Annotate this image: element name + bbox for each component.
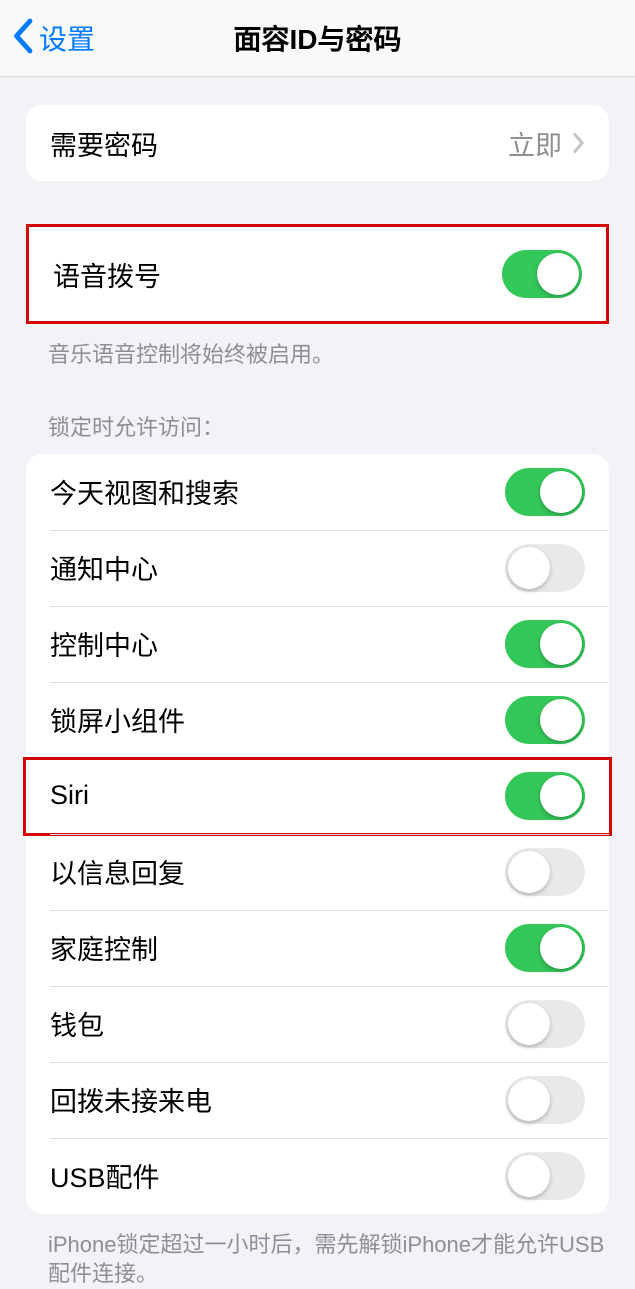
siri-row: Siri <box>26 758 609 834</box>
callback-row: 回拨未接来电 <box>26 1062 609 1138</box>
voice-dial-footer: 音乐语音控制将始终被启用。 <box>48 340 609 370</box>
back-button[interactable]: 设置 <box>12 18 95 59</box>
chevron-right-icon <box>572 132 585 154</box>
notification-center-row: 通知中心 <box>26 530 609 606</box>
notification-center-label: 通知中心 <box>50 548 158 587</box>
siri-label: Siri <box>50 780 89 811</box>
lock-widgets-toggle[interactable] <box>505 696 585 744</box>
home-control-label: 家庭控制 <box>50 928 158 967</box>
control-center-row: 控制中心 <box>26 606 609 682</box>
voice-dial-row: 语音拨号 <box>29 227 606 321</box>
callback-label: 回拨未接来电 <box>50 1080 212 1119</box>
page-title: 面容ID与密码 <box>0 18 635 58</box>
reply-message-row: 以信息回复 <box>26 834 609 910</box>
group-locked-access: 今天视图和搜索 通知中心 控制中心 锁屏小组件 Siri 以信息回复 家庭控制 <box>26 454 609 1214</box>
chevron-left-icon <box>12 18 33 59</box>
wallet-label: 钱包 <box>50 1004 104 1043</box>
home-control-toggle[interactable] <box>505 924 585 972</box>
today-view-label: 今天视图和搜索 <box>50 472 239 511</box>
usb-footer: iPhone锁定超过一小时后，需先解锁iPhone才能允许USB配件连接。 <box>48 1230 609 1289</box>
control-center-toggle[interactable] <box>505 620 585 668</box>
today-view-toggle[interactable] <box>505 468 585 516</box>
home-control-row: 家庭控制 <box>26 910 609 986</box>
today-view-row: 今天视图和搜索 <box>26 454 609 530</box>
require-passcode-row[interactable]: 需要密码 立即 <box>26 105 609 181</box>
require-passcode-value: 立即 <box>508 124 562 163</box>
siri-toggle[interactable] <box>505 772 585 820</box>
reply-message-toggle[interactable] <box>505 848 585 896</box>
group-passcode: 需要密码 立即 <box>26 105 609 181</box>
usb-label: USB配件 <box>50 1156 160 1195</box>
notification-center-toggle[interactable] <box>505 544 585 592</box>
navigation-bar: 设置 面容ID与密码 <box>0 0 635 77</box>
callback-toggle[interactable] <box>505 1076 585 1124</box>
locked-access-header: 锁定时允许访问： <box>48 410 609 442</box>
voice-dial-label: 语音拨号 <box>53 255 161 294</box>
lock-widgets-label: 锁屏小组件 <box>50 700 185 739</box>
usb-row: USB配件 <box>26 1138 609 1214</box>
control-center-label: 控制中心 <box>50 624 158 663</box>
wallet-row: 钱包 <box>26 986 609 1062</box>
reply-message-label: 以信息回复 <box>50 852 185 891</box>
lock-widgets-row: 锁屏小组件 <box>26 682 609 758</box>
wallet-toggle[interactable] <box>505 1000 585 1048</box>
voice-dial-toggle[interactable] <box>502 250 582 298</box>
require-passcode-label: 需要密码 <box>50 124 158 163</box>
back-label: 设置 <box>39 18 95 58</box>
group-voice-dial: 语音拨号 <box>26 224 609 324</box>
usb-toggle[interactable] <box>505 1152 585 1200</box>
